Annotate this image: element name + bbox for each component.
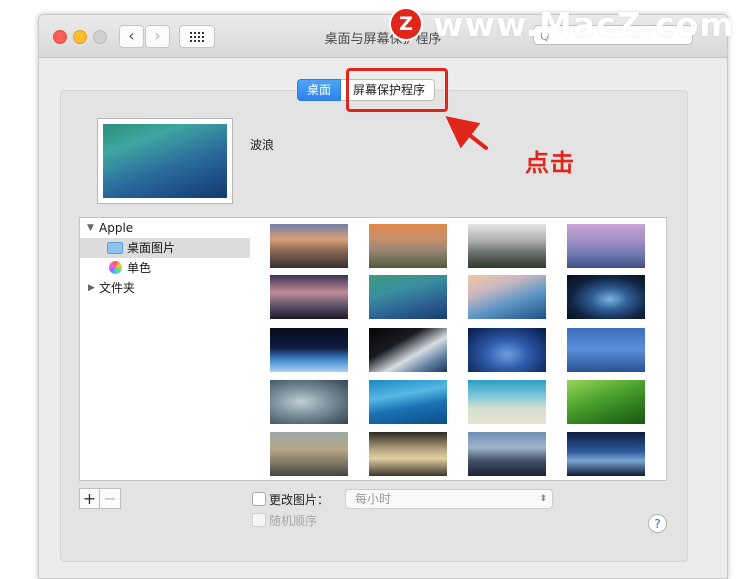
sidebar-item-solid-colors[interactable]: 单色 — [80, 258, 251, 278]
sidebar-item-label: 单色 — [127, 261, 152, 275]
wallpaper-thumbnail[interactable] — [567, 432, 645, 476]
tab-desktop[interactable]: 桌面 — [297, 79, 342, 101]
color-wheel-icon — [109, 261, 122, 274]
wallpaper-thumbnail[interactable] — [567, 275, 645, 319]
wallpaper-thumbnail[interactable] — [369, 432, 447, 476]
annotation-arrow-icon — [445, 116, 488, 150]
wallpaper-thumbnail[interactable] — [567, 328, 645, 372]
wallpaper-thumbnail[interactable] — [270, 328, 348, 372]
interval-value: 每小时 — [355, 492, 392, 506]
wallpaper-thumbnail[interactable] — [369, 224, 447, 268]
wallpaper-thumbnail[interactable] — [468, 380, 546, 424]
wallpaper-preview — [97, 118, 233, 204]
change-picture-label: 更改图片： — [269, 493, 330, 507]
wallpaper-thumbnail[interactable] — [369, 275, 447, 319]
updown-chevron-icon: ⬍ — [539, 494, 547, 504]
wallpaper-preview-image — [103, 124, 227, 198]
wallpaper-thumbnail[interactable] — [468, 328, 546, 372]
wallpaper-thumbnail[interactable] — [567, 380, 645, 424]
wallpaper-thumbnail[interactable] — [270, 224, 348, 268]
wallpaper-thumbnail[interactable] — [468, 224, 546, 268]
sidebar-item-label: 文件夹 — [99, 281, 136, 295]
watermark-logo: Z — [389, 7, 423, 41]
interval-popup[interactable]: 每小时 ⬍ — [345, 489, 553, 509]
wallpaper-thumbnail[interactable] — [369, 380, 447, 424]
source-list: ▼ Apple 桌面图片 单色 ▶ 文件夹 — [79, 217, 252, 481]
sidebar-item-label: 桌面图片 — [127, 241, 176, 255]
sidebar-item-desktop-pictures[interactable]: 桌面图片 — [80, 238, 251, 258]
sidebar-item-folders[interactable]: ▶ 文件夹 — [80, 278, 251, 298]
random-order-label: 随机顺序 — [269, 514, 318, 528]
add-folder-button[interactable]: + — [79, 488, 100, 509]
wallpaper-thumbnail[interactable] — [468, 275, 546, 319]
sidebar-item-label: Apple — [99, 221, 134, 235]
wallpaper-grid — [250, 217, 667, 481]
change-picture-checkbox[interactable] — [252, 492, 266, 506]
wallpaper-thumbnail[interactable] — [468, 432, 546, 476]
remove-folder-button[interactable]: − — [100, 488, 121, 509]
sidebar-item-apple[interactable]: ▼ Apple — [80, 218, 251, 238]
random-order-checkbox[interactable] — [252, 513, 266, 527]
wallpaper-thumbnail[interactable] — [270, 380, 348, 424]
disclosure-closed-icon: ▶ — [88, 283, 95, 293]
annotation-label: 点击 — [525, 149, 575, 177]
wallpaper-thumbnail[interactable] — [567, 224, 645, 268]
wallpaper-thumbnail[interactable] — [369, 328, 447, 372]
disclosure-open-icon: ▼ — [87, 223, 94, 233]
wallpaper-name: 波浪 — [250, 138, 275, 152]
wallpaper-thumbnail[interactable] — [270, 275, 348, 319]
watermark-text: www.MacZ.com — [433, 5, 735, 44]
wallpaper-thumbnail[interactable] — [270, 432, 348, 476]
help-button[interactable]: ? — [648, 514, 667, 533]
folder-icon — [107, 242, 123, 254]
